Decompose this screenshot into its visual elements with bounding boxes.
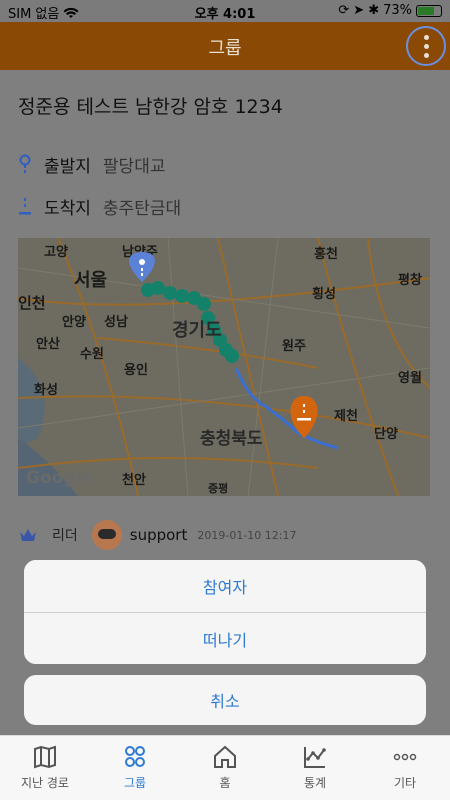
group-icon	[125, 746, 145, 767]
place-label: 증평	[208, 481, 228, 495]
departure-row: 출발지 팔당대교	[18, 152, 165, 177]
place-label: 안산	[36, 336, 60, 352]
more-vertical-icon	[423, 34, 429, 40]
tab-label: 지난 경로	[21, 776, 69, 790]
leader-label: 리더	[52, 528, 78, 544]
more-horizontal-icon	[393, 753, 417, 761]
participants-button[interactable]: 참여자	[24, 560, 426, 612]
battery-level	[418, 6, 434, 15]
place-label: 고양	[44, 245, 68, 260]
place-label: 성남	[104, 314, 128, 330]
map-canvas: 고양 남양주 서울 인천 안양 성남 안산 수원 용인 화성 경기도 충청북도 …	[18, 238, 430, 496]
place-label: 수원	[80, 347, 104, 362]
place-label: 평창	[398, 272, 422, 288]
rotation-lock-icon: ⟳	[338, 3, 350, 18]
place-label: 제천	[334, 409, 358, 424]
place-label: 단양	[374, 426, 398, 442]
leader-date: 2019-01-10 12:17	[197, 528, 297, 542]
more-dot	[423, 52, 429, 58]
departure-pin-icon	[19, 154, 31, 173]
place-label: 횡성	[312, 286, 336, 302]
leave-button[interactable]: 떠나기	[24, 613, 426, 664]
home-icon	[214, 745, 236, 768]
tab-group[interactable]: 그룹	[90, 736, 180, 800]
bluetooth-icon: ✱	[368, 3, 380, 18]
leader-name: support	[129, 526, 188, 544]
status-right: ⟳ ➤ ✱ 73%	[338, 3, 442, 18]
status-bar: SIM 없음 오후 4:01 ⟳ ➤ ✱ 73%	[0, 0, 450, 22]
page-title: 그룹	[208, 38, 242, 59]
tab-bar: 지난 경로 그룹 홈 통계 기타	[0, 735, 450, 800]
place-label: 영월	[398, 370, 422, 386]
avatar	[91, 520, 122, 550]
tab-label: 그룹	[123, 776, 147, 790]
map-icon	[34, 745, 56, 769]
place-label: 경기도	[172, 320, 222, 341]
arrival-label: 도착지	[44, 199, 91, 219]
cancel-button[interactable]: 취소	[24, 675, 426, 725]
tab-more[interactable]: 기타	[360, 736, 450, 800]
stats-icon	[304, 747, 326, 768]
departure-label: 출발지	[44, 157, 91, 177]
tab-stats[interactable]: 통계	[270, 736, 360, 800]
location-arrow-icon: ➤	[353, 3, 365, 18]
google-logo: Google	[26, 468, 93, 488]
battery-percent: 73%	[383, 3, 412, 18]
route-map[interactable]: 고양 남양주 서울 인천 안양 성남 안산 수원 용인 화성 경기도 충청북도 …	[18, 238, 430, 496]
tab-label: 홈	[219, 776, 231, 790]
arrival-row: 도착지 충주탄금대	[18, 194, 181, 219]
place-label: 서울	[74, 270, 107, 291]
place-label: 천안	[122, 472, 146, 488]
leader-row: 리더 support 2019-01-10 12:17	[18, 520, 438, 550]
tab-label: 기타	[393, 776, 417, 790]
place-label: 안양	[62, 314, 86, 330]
tab-label: 통계	[303, 776, 327, 790]
place-label: 화성	[34, 382, 58, 398]
battery-icon	[416, 4, 442, 17]
group-title: 정준용 테스트 남한강 암호 1234	[18, 96, 283, 118]
place-label: 충청북도	[200, 428, 263, 449]
more-menu-button[interactable]	[406, 26, 446, 66]
place-label: 인천	[18, 294, 46, 312]
action-sheet: 참여자 떠나기	[24, 560, 426, 664]
more-dot	[423, 43, 429, 49]
tab-history[interactable]: 지난 경로	[0, 736, 90, 800]
departure-value: 팔당대교	[102, 157, 166, 177]
crown-icon	[20, 529, 36, 541]
place-label: 용인	[124, 362, 148, 378]
place-label: 홍천	[314, 246, 338, 262]
nav-bar: 그룹	[0, 22, 450, 70]
place-label: 원주	[282, 339, 306, 354]
arrival-pin-icon	[19, 197, 31, 214]
arrival-value: 충주탄금대	[102, 199, 182, 219]
tab-home[interactable]: 홈	[180, 736, 270, 800]
